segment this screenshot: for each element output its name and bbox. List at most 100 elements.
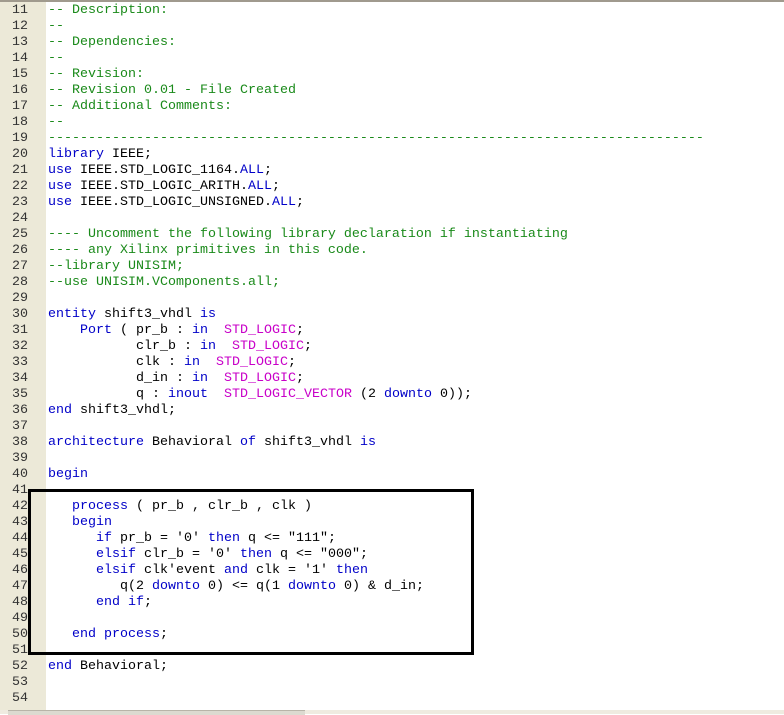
horizontal-scrollbar-thumb[interactable]	[8, 710, 305, 715]
line-number: 12	[12, 19, 28, 34]
code-token: q :	[48, 387, 168, 402]
keyword-token: architecture	[48, 435, 144, 450]
code-line[interactable]: 23 use IEEE.STD_LOGIC_UNSIGNED.ALL;	[0, 195, 784, 211]
code-token: Behavioral;	[72, 659, 168, 674]
code-line[interactable]: 28 --use UNISIM.VComponents.all;	[0, 275, 784, 291]
code-line[interactable]: 20 library IEEE;	[0, 147, 784, 163]
line-number: 35	[12, 387, 28, 402]
code-line[interactable]: 39	[0, 451, 784, 467]
line-number: 41	[12, 483, 28, 498]
type-token: STD_LOGIC_VECTOR	[223, 387, 352, 402]
comment-token: -- Revision:	[48, 67, 144, 82]
keyword-token: library	[48, 147, 104, 162]
keyword-token: ALL	[271, 195, 296, 210]
line-number: 20	[12, 147, 28, 162]
code-token: ;	[295, 323, 304, 338]
code-line[interactable]: 29	[0, 291, 784, 307]
code-line[interactable]: 36 end shift3_vhdl;	[0, 403, 784, 419]
code-token: IEEE;	[104, 147, 152, 162]
keyword-token: ALL	[239, 163, 264, 178]
line-text: --library UNISIM;	[48, 259, 184, 275]
code-line[interactable]: 33 clk : in STD_LOGIC;	[0, 355, 784, 371]
line-text: begin	[48, 467, 88, 483]
code-line[interactable]: 30 entity shift3_vhdl is	[0, 307, 784, 323]
keyword-token: ALL	[247, 179, 272, 194]
line-number: 33	[12, 355, 28, 370]
line-text: entity shift3_vhdl is	[48, 307, 216, 323]
comment-token: --	[48, 51, 64, 66]
code-line[interactable]: 14 --	[0, 51, 784, 67]
comment-token: -- Revision 0.01 - File Created	[48, 83, 296, 98]
keyword-token: of	[239, 435, 256, 450]
line-number: 25	[12, 227, 28, 242]
keyword-token: use	[48, 195, 72, 210]
code-line[interactable]: 26 ---- any Xilinx primitives in this cod…	[0, 243, 784, 259]
line-number: 23	[12, 195, 28, 210]
line-number: 21	[12, 163, 28, 178]
code-token: (2	[351, 387, 384, 402]
code-line[interactable]: 52 end Behavioral;	[0, 659, 784, 675]
keyword-token: downto	[383, 387, 432, 402]
code-line[interactable]: 40 begin	[0, 467, 784, 483]
code-line[interactable]: 37	[0, 419, 784, 435]
code-token: ;	[295, 195, 304, 210]
comment-token: -- Additional Comments:	[48, 99, 232, 114]
line-number: 51	[12, 643, 28, 658]
code-line[interactable]: 13 -- Dependencies:	[0, 35, 784, 51]
code-line[interactable]: 32 clr_b : in STD_LOGIC;	[0, 339, 784, 355]
code-line[interactable]: 54	[0, 691, 784, 707]
line-number: 17	[12, 99, 28, 114]
code-line[interactable]: 17 -- Additional Comments:	[0, 99, 784, 115]
keyword-token: in	[199, 339, 216, 354]
line-number: 53	[12, 675, 28, 690]
code-line[interactable]: 22 use IEEE.STD_LOGIC_ARITH.ALL;	[0, 179, 784, 195]
code-token: d_in :	[48, 371, 192, 386]
code-line[interactable]: 21 use IEEE.STD_LOGIC_1164.ALL;	[0, 163, 784, 179]
code-line[interactable]: 19 --------------------------------------…	[0, 131, 784, 147]
line-number: 16	[12, 83, 28, 98]
code-line[interactable]: 38 architecture Behavioral of shift3_vhdl…	[0, 435, 784, 451]
editor-top-border	[0, 0, 784, 2]
line-text: --	[48, 51, 64, 67]
code-token: ;	[271, 179, 280, 194]
line-text: --use UNISIM.VComponents.all;	[48, 275, 280, 291]
comment-token: ---- Uncomment the following library dec…	[48, 227, 568, 242]
code-line[interactable]: 31 Port ( pr_b : in STD_LOGIC;	[0, 323, 784, 339]
line-number: 46	[12, 563, 28, 578]
code-line[interactable]: 27 --library UNISIM;	[0, 259, 784, 275]
code-line[interactable]: 35 q : inout STD_LOGIC_VECTOR (2 downto …	[0, 387, 784, 403]
line-number: 13	[12, 35, 28, 50]
line-text: q : inout STD_LOGIC_VECTOR (2 downto 0))…	[48, 387, 472, 403]
code-token: IEEE.STD_LOGIC_1164.	[72, 163, 240, 178]
keyword-token: inout	[167, 387, 208, 402]
line-text: clk : in STD_LOGIC;	[48, 355, 296, 371]
code-line[interactable]: 11 -- Description:	[0, 3, 784, 19]
code-line[interactable]: 16 -- Revision 0.01 - File Created	[0, 83, 784, 99]
line-number: 47	[12, 579, 28, 594]
comment-token: --library UNISIM;	[48, 259, 184, 274]
line-number: 11	[12, 3, 28, 18]
code-line[interactable]: 34 d_in : in STD_LOGIC;	[0, 371, 784, 387]
line-text: -- Revision:	[48, 67, 144, 83]
line-text: use IEEE.STD_LOGIC_ARITH.ALL;	[48, 179, 280, 195]
code-line[interactable]: 18 --	[0, 115, 784, 131]
code-line[interactable]: 15 -- Revision:	[0, 67, 784, 83]
line-number: 52	[12, 659, 28, 674]
line-number: 26	[12, 243, 28, 258]
line-number: 22	[12, 179, 28, 194]
code-line[interactable]: 12 --	[0, 19, 784, 35]
line-text: --	[48, 19, 64, 35]
line-number: 39	[12, 451, 28, 466]
comment-token: ---- any Xilinx primitives in this code.	[48, 243, 368, 258]
code-line[interactable]: 53	[0, 675, 784, 691]
code-line[interactable]: 25 ---- Uncomment the following library d…	[0, 227, 784, 243]
line-text: -- Description:	[48, 3, 168, 19]
code-line[interactable]: 24	[0, 211, 784, 227]
line-text: library IEEE;	[48, 147, 152, 163]
code-token: IEEE.STD_LOGIC_ARITH.	[72, 179, 248, 194]
comment-token: -- Description:	[48, 3, 168, 18]
line-text: ---- Uncomment the following library dec…	[48, 227, 568, 243]
line-number: 36	[12, 403, 28, 418]
line-number: 50	[12, 627, 28, 642]
